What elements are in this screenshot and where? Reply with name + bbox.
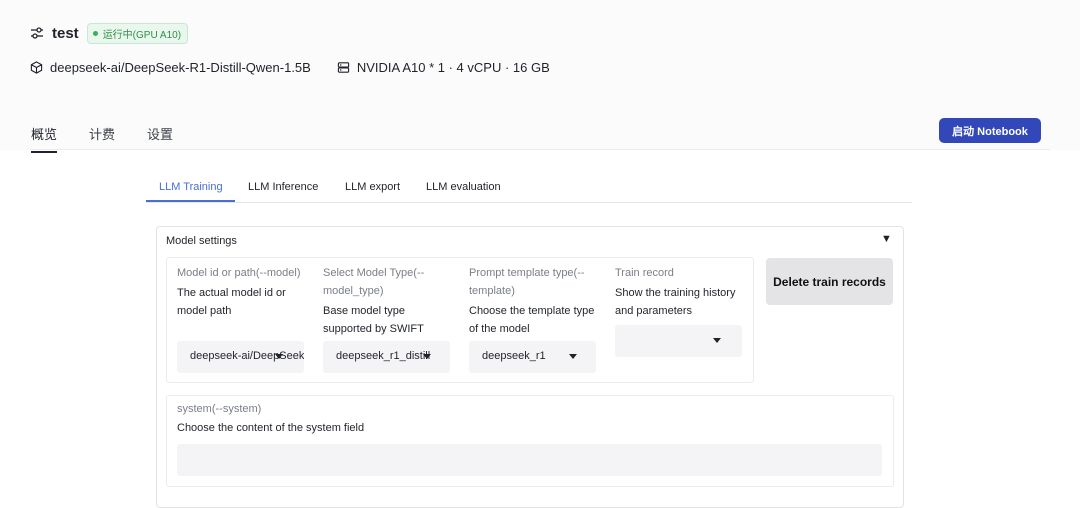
train-record-description: Show the training history and parameters xyxy=(615,287,736,317)
chevron-down-icon xyxy=(713,338,721,343)
template-field: Prompt template type(--template) Choose … xyxy=(469,264,601,338)
status-badge-label: 运行中(GPU A10) xyxy=(102,29,182,41)
model-settings-title: Model settings xyxy=(166,235,237,247)
model-path-field: Model id or path(--model) The actual mod… xyxy=(177,264,309,320)
launch-notebook-button[interactable]: 启动 Notebook xyxy=(939,118,1041,143)
chevron-down-icon xyxy=(569,354,577,359)
tab-overview[interactable]: 概览 xyxy=(31,124,58,153)
sliders-icon xyxy=(30,26,44,40)
model-type-value: deepseek_r1_distill xyxy=(336,350,431,362)
collapse-toggle-icon[interactable]: ▼ xyxy=(881,233,892,245)
subtab-llm-evaluation[interactable]: LLM evaluation xyxy=(426,181,501,193)
model-type-dropdown[interactable]: deepseek_r1_distill xyxy=(323,341,450,373)
hardware-spec: NVIDIA A10 * 1 · 4 vCPU · 16 GB xyxy=(356,59,550,75)
llm-subtabs: LLM Training LLM Inference LLM export LL… xyxy=(146,174,912,203)
subtab-llm-inference[interactable]: LLM Inference xyxy=(248,181,318,193)
template-value: deepseek_r1 xyxy=(482,350,546,362)
title-row: test 运行中(GPU A10) xyxy=(30,22,189,44)
model-fields-group: Model id or path(--model) The actual mod… xyxy=(166,257,754,383)
model-path-dropdown[interactable]: deepseek-ai/DeepSeek-R1-Distill-Qwen-1.5… xyxy=(177,341,304,373)
page-title: test xyxy=(52,24,79,42)
system-label: system(--system) xyxy=(177,403,262,415)
subtab-llm-export[interactable]: LLM export xyxy=(345,181,400,193)
tabs-divider xyxy=(30,149,1050,150)
template-label: Prompt template type(--template) xyxy=(469,267,585,297)
template-dropdown[interactable]: deepseek_r1 xyxy=(469,341,596,373)
chevron-down-icon xyxy=(275,354,283,359)
model-path-label: Model id or path(--model) xyxy=(177,267,301,279)
system-description: Choose the content of the system field xyxy=(177,422,365,434)
subtab-active-underline xyxy=(146,200,235,202)
status-badge: 运行中(GPU A10) xyxy=(86,22,189,44)
train-record-label: Train record xyxy=(615,267,674,279)
meta-row: deepseek-ai/DeepSeek-R1-Distill-Qwen-1.5… xyxy=(30,57,550,77)
model-type-description: Base model type supported by SWIFT xyxy=(323,305,424,335)
delete-train-records-button[interactable]: Delete train records xyxy=(766,258,893,305)
model-name: deepseek-ai/DeepSeek-R1-Distill-Qwen-1.5… xyxy=(50,59,311,75)
train-record-field: Train record Show the training history a… xyxy=(615,264,747,320)
subtab-llm-training[interactable]: LLM Training xyxy=(159,181,223,193)
server-icon xyxy=(337,61,350,74)
train-record-dropdown[interactable] xyxy=(615,325,742,357)
main-tabs: 概览 计费 设置 xyxy=(31,124,173,153)
chevron-down-icon xyxy=(423,354,431,359)
model-info: deepseek-ai/DeepSeek-R1-Distill-Qwen-1.5… xyxy=(30,60,311,75)
tab-settings[interactable]: 设置 xyxy=(147,124,173,150)
system-input[interactable] xyxy=(177,444,882,476)
template-description: Choose the template type of the model xyxy=(469,305,595,335)
cube-icon xyxy=(30,60,43,74)
status-dot-icon xyxy=(92,30,98,36)
model-type-label: Select Model Type(--model_type) xyxy=(323,267,425,297)
tab-billing[interactable]: 计费 xyxy=(89,124,115,150)
model-path-description: The actual model id or model path xyxy=(177,287,286,317)
model-type-field: Select Model Type(--model_type) Base mod… xyxy=(323,264,455,338)
model-path-value: deepseek-ai/DeepSeek-R1-Distill-Qwen-1.5… xyxy=(190,350,304,362)
hardware-info: NVIDIA A10 * 1 · 4 vCPU · 16 GB xyxy=(337,60,550,75)
